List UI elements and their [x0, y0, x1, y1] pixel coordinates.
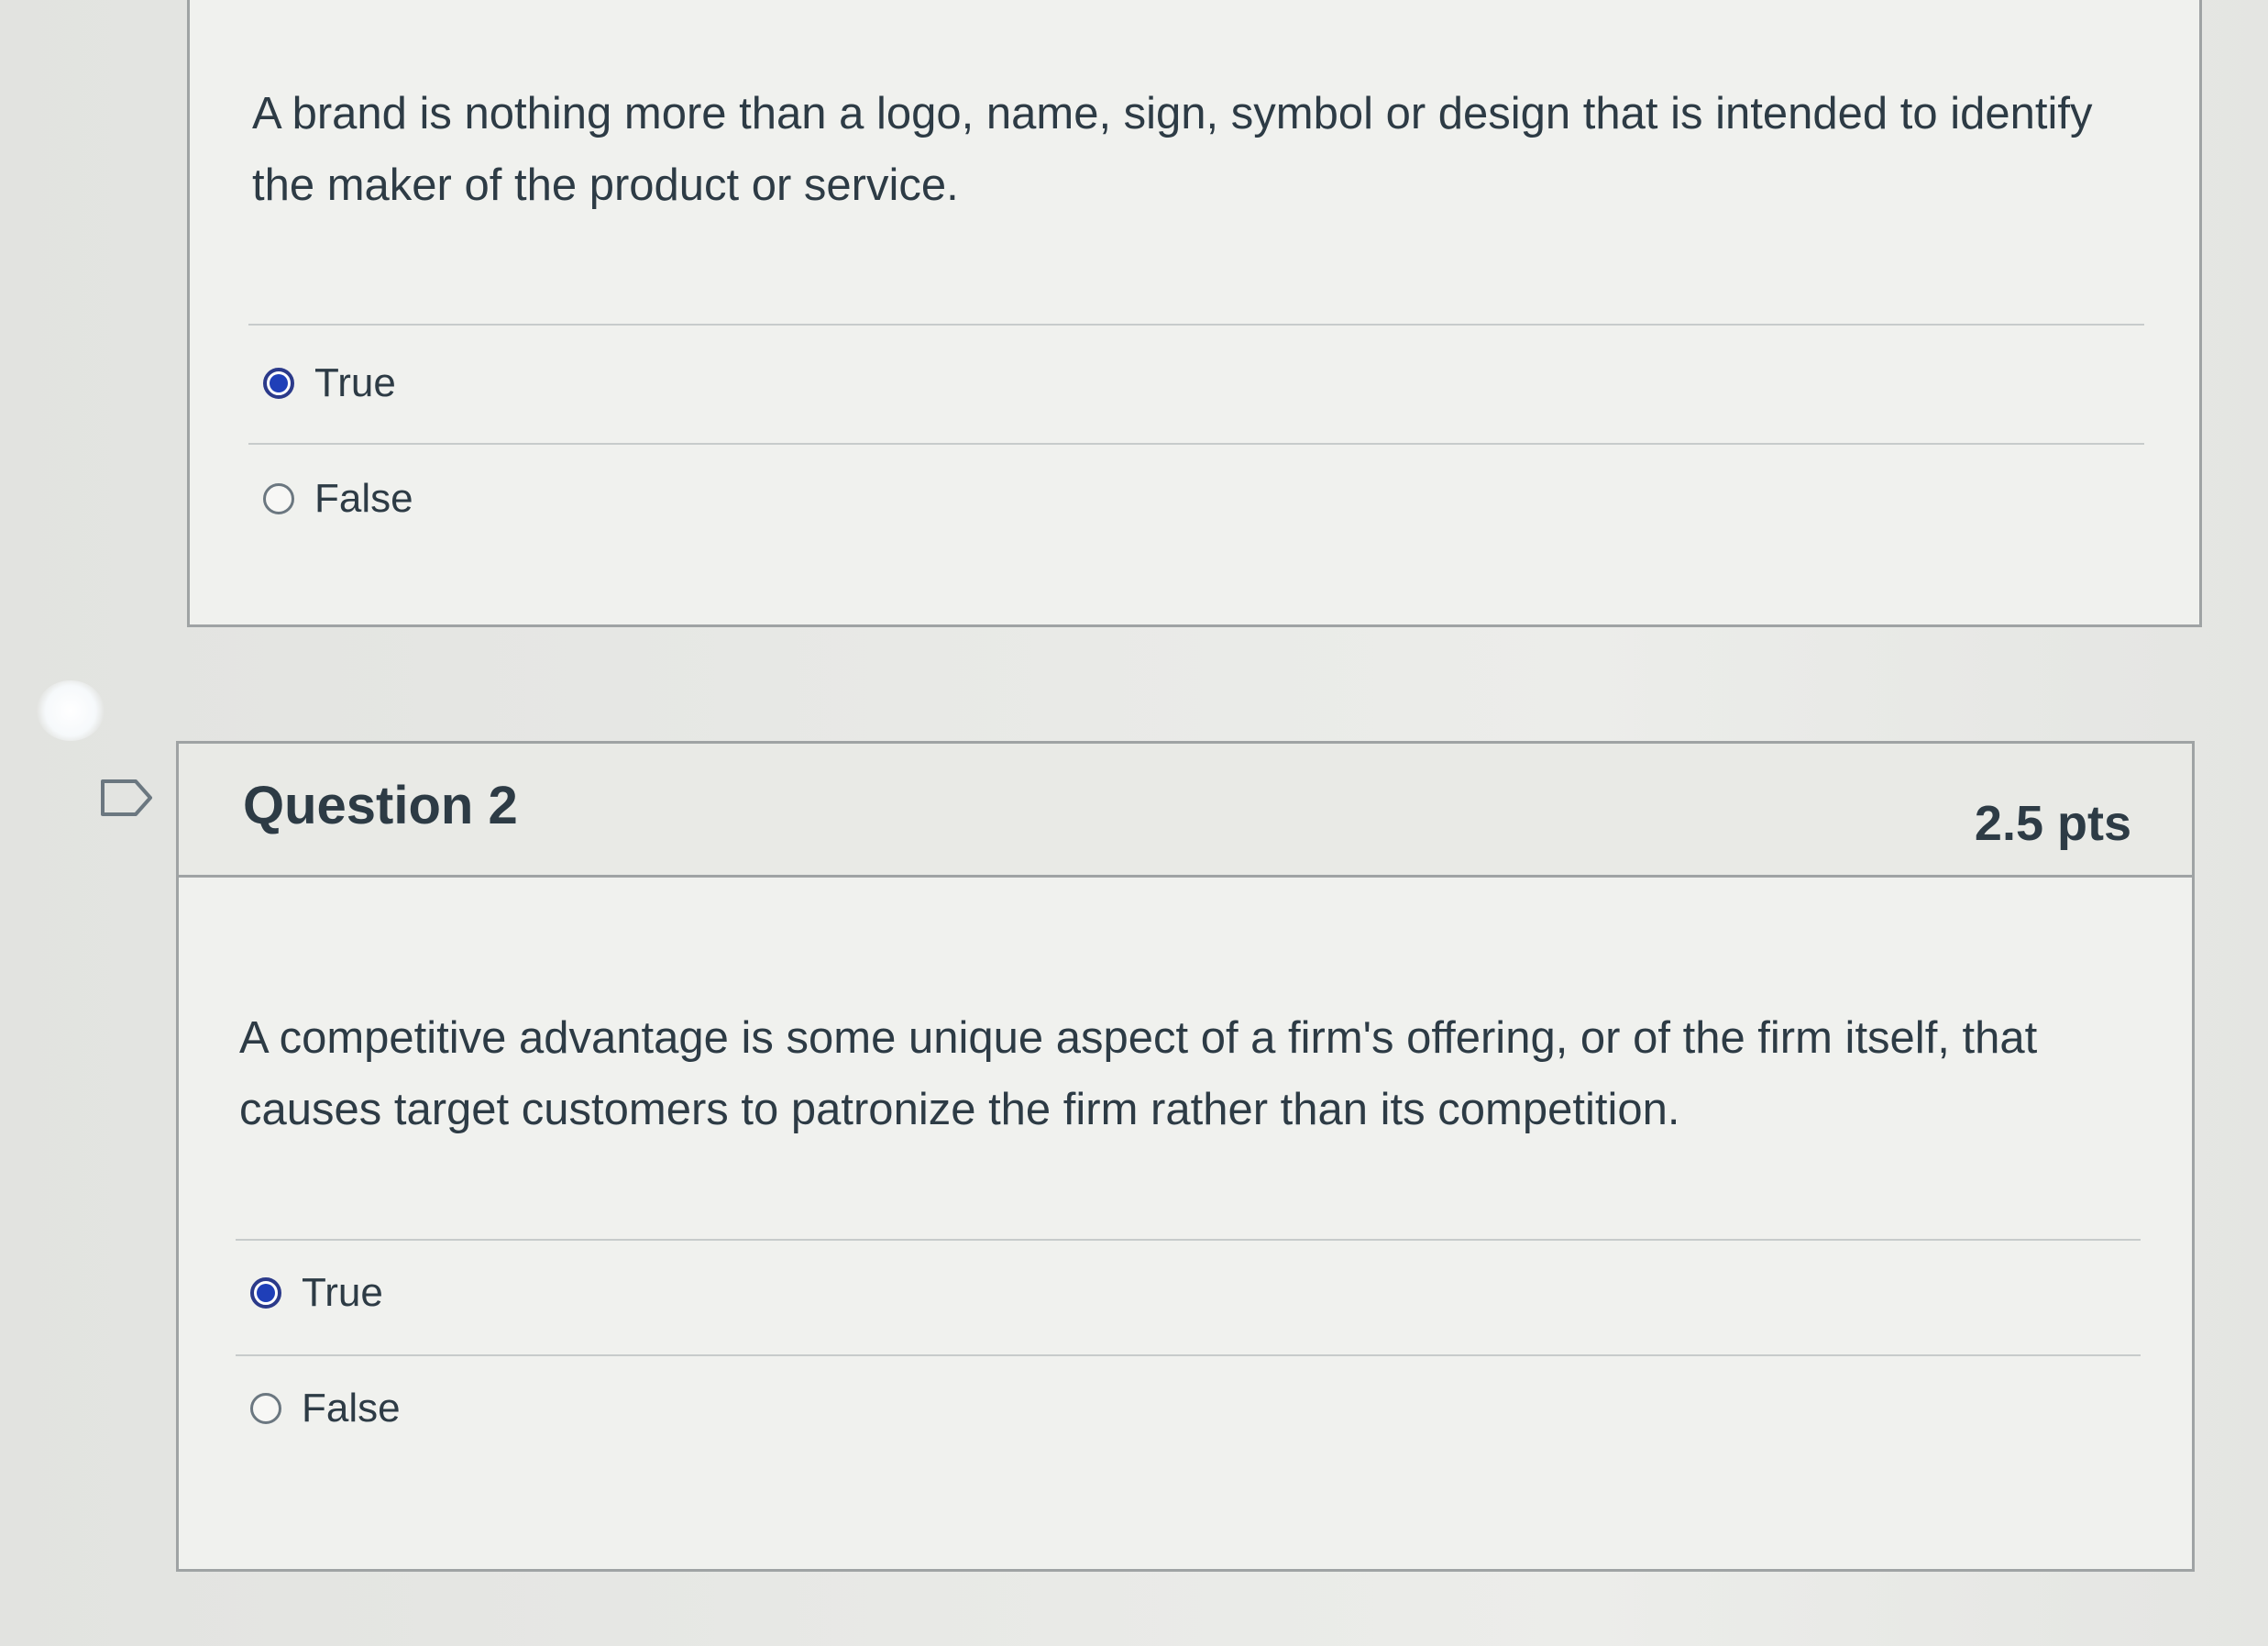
answer-divider [236, 1354, 2141, 1356]
answer-divider [236, 1239, 2141, 1241]
question-1-text: A brand is nothing more than a logo, nam… [252, 89, 2093, 210]
radio-unselected-icon[interactable] [250, 1393, 281, 1424]
radio-unselected-icon[interactable] [263, 483, 294, 514]
answer-label: False [302, 1386, 401, 1431]
question-1-answer-false[interactable]: False [263, 476, 413, 522]
radio-selected-icon[interactable] [263, 368, 294, 399]
answer-divider [248, 443, 2144, 445]
answer-label: False [314, 476, 413, 521]
screen-glare [37, 680, 105, 741]
answer-divider [248, 324, 2144, 326]
question-2-answer-true[interactable]: True [250, 1270, 383, 1316]
answer-label: True [302, 1270, 383, 1315]
question-2-answer-false[interactable]: False [250, 1386, 401, 1431]
question-2-card: Question 2 2.5 pts A competitive advanta… [176, 741, 2195, 1572]
radio-selected-icon[interactable] [250, 1277, 281, 1309]
question-points: 2.5 pts [1974, 796, 2131, 851]
question-2-header: Question 2 2.5 pts [179, 744, 2192, 878]
quiz-page: A brand is nothing more than a logo, nam… [0, 0, 2268, 1646]
question-title: Question 2 [243, 776, 518, 835]
flag-question-icon[interactable] [99, 778, 154, 818]
question-1-answer-true[interactable]: True [263, 360, 396, 406]
question-1-card: A brand is nothing more than a logo, nam… [187, 0, 2202, 627]
question-2-text: A competitive advantage is some unique a… [239, 1013, 2038, 1134]
answer-label: True [314, 360, 396, 405]
